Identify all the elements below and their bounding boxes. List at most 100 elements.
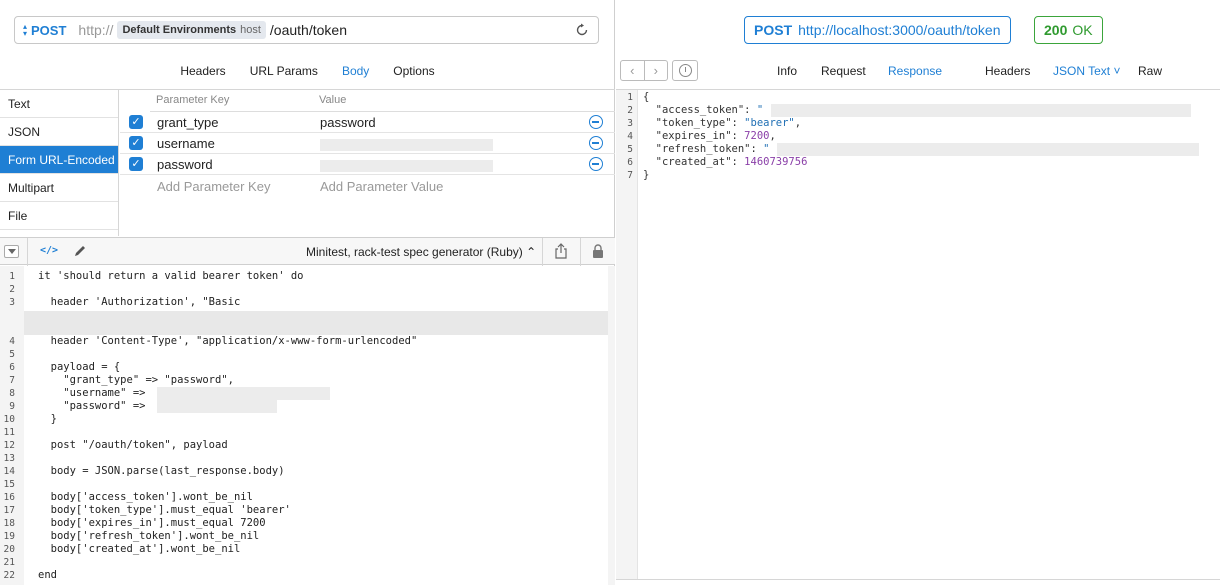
tab-headers[interactable]: Headers xyxy=(180,64,225,78)
param-value-header: Value xyxy=(319,94,347,106)
params-header: Parameter Key Value xyxy=(156,94,346,106)
environment-name: Default Environments xyxy=(122,24,237,36)
param-row: ✓ password xyxy=(120,154,615,175)
environment-var: host xyxy=(240,24,261,36)
json-line: 6 "created_at": 1460739756 xyxy=(627,156,808,168)
environment-variable-token[interactable]: Default Environments host xyxy=(117,21,266,39)
checkbox-checked-icon[interactable]: ✓ xyxy=(129,115,143,129)
code-line: 22 end xyxy=(3,569,57,581)
code-line: 5 xyxy=(9,349,15,360)
generator-select[interactable]: Minitest, rack-test spec generator (Ruby… xyxy=(306,245,536,259)
json-line: 2 "access_token": " ", xyxy=(616,104,1220,117)
collapse-toggle-icon[interactable] xyxy=(4,245,19,258)
method-select-arrows-icon: ▴ ▾ xyxy=(22,22,27,38)
request-url-bar[interactable]: ▴ ▾ POST http:// Default Environments hos… xyxy=(14,16,599,44)
code-line: 17 body['token_type'].must_equal 'bearer… xyxy=(3,504,291,516)
checkbox-checked-icon[interactable]: ✓ xyxy=(129,136,143,150)
url-scheme: http:// xyxy=(78,22,114,38)
code-line: 2 xyxy=(9,284,15,295)
checkbox-checked-icon[interactable]: ✓ xyxy=(129,157,143,171)
param-key[interactable]: grant_type xyxy=(157,115,218,130)
redacted-refresh-token xyxy=(777,143,1199,156)
param-row: ✓ username xyxy=(120,133,615,154)
pencil-icon[interactable] xyxy=(73,244,87,258)
response-method: POST xyxy=(754,22,793,38)
vertical-scrollbar[interactable] xyxy=(608,266,615,585)
share-icon[interactable] xyxy=(554,243,568,259)
code-line: 6 payload = { xyxy=(9,361,121,373)
status-code: 200 xyxy=(1044,22,1068,38)
remove-param-icon[interactable] xyxy=(589,136,603,150)
code-line: 9 "password" => , xyxy=(0,400,608,413)
code-generator-toolbar: </> Minitest, rack-test spec generator (… xyxy=(0,237,615,266)
select-arrows-icon: ⌃ xyxy=(526,245,537,259)
tab-response[interactable]: Response xyxy=(888,64,942,78)
response-json-viewer[interactable]: 1{ 2 "access_token": " ", 3 "token_type"… xyxy=(616,90,1220,580)
param-value-redacted[interactable] xyxy=(320,160,493,172)
param-value-redacted[interactable] xyxy=(320,139,493,151)
code-icon[interactable]: </> xyxy=(40,245,58,256)
code-line: 13 xyxy=(3,453,15,464)
body-type-list: Text JSON Form URL-Encoded Multipart Fil… xyxy=(0,90,119,236)
response-url-badge[interactable]: POST http://localhost:3000/oauth/token xyxy=(744,16,1011,44)
url-path: /oauth/token xyxy=(269,22,347,38)
param-row: ✓ grant_type password xyxy=(120,112,615,133)
json-line: 7} xyxy=(627,169,650,181)
code-line: 14 body = JSON.parse(last_response.body) xyxy=(3,465,285,477)
remove-param-icon[interactable] xyxy=(589,157,603,171)
param-value[interactable]: password xyxy=(320,115,376,130)
response-pane: POST http://localhost:3000/oauth/token 2… xyxy=(616,0,1220,585)
history-icon[interactable] xyxy=(672,60,698,81)
code-line: 10 } xyxy=(3,413,57,425)
param-key[interactable]: password xyxy=(157,157,213,172)
remove-param-icon[interactable] xyxy=(589,115,603,129)
generator-select-label: Minitest, rack-test spec generator (Ruby… xyxy=(306,245,523,259)
body-type-text[interactable]: Text xyxy=(0,90,118,118)
parameters-table: Parameter Key Value ✓ grant_type passwor… xyxy=(120,90,615,236)
reload-icon[interactable] xyxy=(574,22,590,38)
add-parameter-key-input[interactable]: Add Parameter Key xyxy=(157,179,270,194)
lock-icon[interactable] xyxy=(592,244,604,258)
divider xyxy=(580,238,581,266)
add-parameter-value-input[interactable]: Add Parameter Value xyxy=(320,179,443,194)
tab-body[interactable]: Body xyxy=(342,64,369,78)
tab-request[interactable]: Request xyxy=(821,64,866,78)
json-line: 3 "token_type": "bearer", xyxy=(627,117,802,129)
body-type-file[interactable]: File xyxy=(0,202,118,230)
request-tabs: Headers URL Params Body Options xyxy=(0,64,615,78)
code-line: 7 "grant_type" => "password", xyxy=(9,374,234,386)
back-button[interactable]: ‹ xyxy=(621,61,645,80)
param-key[interactable]: username xyxy=(157,136,215,151)
tab-url-params[interactable]: URL Params xyxy=(250,64,318,78)
method-select[interactable]: ▴ ▾ POST xyxy=(21,23,66,38)
generated-code-editor[interactable]: 1 it 'should return a valid bearer token'… xyxy=(0,266,615,585)
code-line: 19 body['refresh_token'].wont_be_nil xyxy=(3,530,260,542)
body-type-form-url-encoded[interactable]: Form URL-Encoded xyxy=(0,146,118,174)
tab-raw[interactable]: Raw xyxy=(1138,64,1162,78)
tab-info[interactable]: Info xyxy=(777,64,797,78)
code-line: 11 xyxy=(3,427,15,438)
code-line: 8 "username" => , xyxy=(0,387,608,400)
history-nav-buttons: ‹ › xyxy=(620,60,668,81)
forward-button[interactable]: › xyxy=(645,61,668,80)
tab-options[interactable]: Options xyxy=(393,64,434,78)
code-line: 4 header 'Content-Type', "application/x-… xyxy=(9,335,418,347)
code-line: 16 body['access_token'].wont_be_nil xyxy=(3,491,253,503)
redacted-username xyxy=(157,387,330,400)
code-line: 15 xyxy=(3,479,15,490)
tab-headers[interactable]: Headers xyxy=(985,64,1030,78)
body-type-json[interactable]: JSON xyxy=(0,118,118,146)
code-line: 18 body['expires_in'].must_equal 7200 xyxy=(3,517,266,529)
status-badge[interactable]: 200 OK xyxy=(1034,16,1103,44)
status-text: OK xyxy=(1072,22,1093,38)
response-url: http://localhost:3000/oauth/token xyxy=(798,22,1001,38)
code-line: 3 header 'Authorization', "Basic xyxy=(9,296,241,308)
method-label: POST xyxy=(31,22,67,38)
json-line: 1{ xyxy=(627,91,650,103)
body-type-multipart[interactable]: Multipart xyxy=(0,174,118,202)
param-key-header: Parameter Key xyxy=(156,94,230,106)
code-line: 20 body['created_at'].wont_be_nil xyxy=(3,543,241,555)
redacted-access-token xyxy=(771,104,1191,117)
redacted-credentials-band xyxy=(24,311,608,335)
tab-json-text[interactable]: JSON Text ˅ xyxy=(1053,64,1120,78)
